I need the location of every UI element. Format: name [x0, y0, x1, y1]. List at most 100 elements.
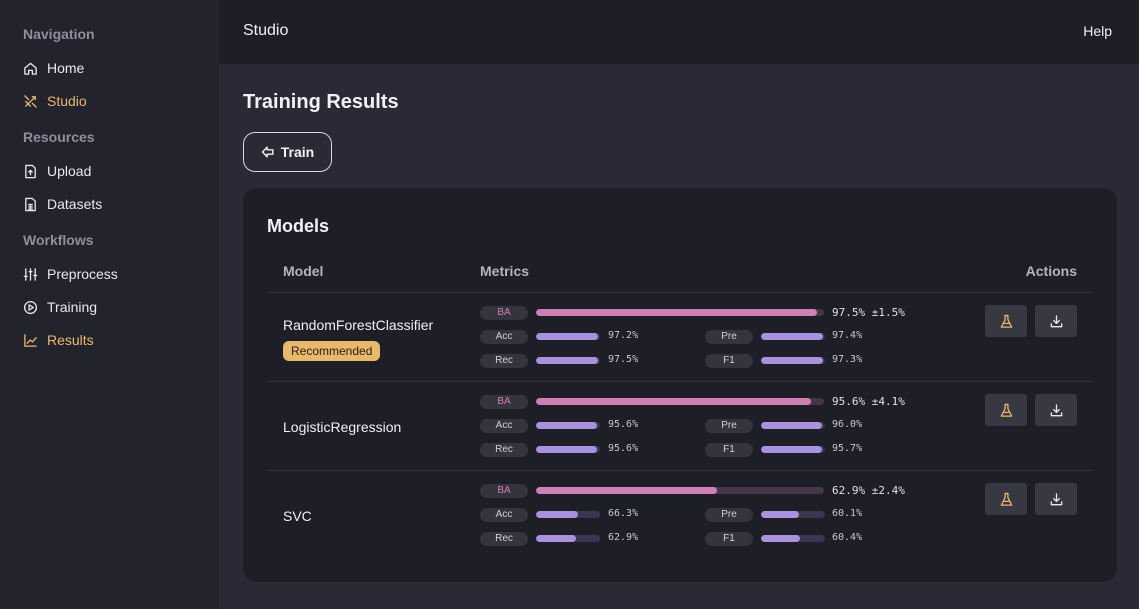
sidebar-item-label: Datasets [47, 196, 103, 212]
sidebar-item-datasets[interactable]: Datasets [23, 192, 102, 216]
column-header-metrics: Metrics [480, 263, 530, 279]
metric-pill-acc: Acc [480, 508, 528, 522]
home-icon [24, 62, 37, 75]
rec-bar-fill [536, 446, 598, 453]
acc-bar-fill [536, 511, 579, 518]
acc-bar-track [536, 422, 600, 429]
sliders-icon [23, 267, 38, 281]
sidebar-item-label: Preprocess [47, 266, 118, 282]
recommended-badge: Recommended [283, 341, 381, 361]
metric-pill-acc: Acc [480, 330, 528, 344]
flask-icon [1000, 403, 1012, 417]
line-chart-icon [24, 333, 37, 347]
train-button-label: Train [280, 144, 315, 160]
metric-pill-acc: Acc [480, 419, 528, 433]
dataset-file-icon [25, 197, 36, 211]
download-button[interactable] [1035, 483, 1077, 515]
arrow-left-icon [261, 146, 274, 158]
models-card-title: Models [267, 216, 330, 236]
acc-value: 97.2% [608, 330, 639, 341]
sidebar-item-label: Results [47, 332, 94, 348]
acc-bar-track [536, 511, 600, 518]
rec-value: 95.6% [608, 443, 639, 454]
metric-pill-ba: BA [480, 306, 528, 320]
play-circle-icon [23, 300, 38, 314]
column-header-model: Model [283, 263, 324, 279]
evaluate-button[interactable] [985, 305, 1027, 337]
metric-pill-pre: Pre [705, 508, 753, 522]
train-button[interactable]: Train [243, 132, 332, 172]
topbar: Studio Help [219, 0, 1139, 64]
ba-value: 62.9% ±2.4% [832, 484, 905, 497]
f1-bar-fill [761, 446, 823, 453]
nav-section-title: Resources [23, 129, 95, 145]
ba-bar-fill [536, 309, 817, 316]
pre-bar-track [761, 333, 825, 340]
metric-pill-rec: Rec [480, 354, 528, 368]
model-name: LogisticRegression [283, 419, 402, 435]
f1-bar-fill [761, 357, 824, 364]
help-link[interactable]: Help [1083, 23, 1112, 39]
sidebar-item-label: Training [47, 299, 98, 315]
rec-bar-track [536, 446, 600, 453]
sidebar-item-preprocess[interactable]: Preprocess [23, 262, 118, 286]
metric-pill-ba: BA [480, 484, 528, 498]
rec-bar-fill [536, 535, 577, 542]
pre-bar-fill [761, 511, 800, 518]
ba-bar-fill [536, 398, 812, 405]
acc-value: 66.3% [608, 508, 639, 519]
acc-bar-fill [536, 422, 598, 429]
sidebar-item-upload[interactable]: Upload [23, 159, 91, 183]
acc-bar-track [536, 333, 600, 340]
metric-pill-rec: Rec [480, 443, 528, 457]
pre-value: 96.0% [832, 419, 863, 430]
sidebar: Navigation Home Studio Resources Upload … [0, 0, 219, 609]
pre-value: 60.1% [832, 508, 863, 519]
pre-bar-fill [761, 333, 824, 340]
metric-pill-pre: Pre [705, 419, 753, 433]
metric-pill-f1: F1 [705, 532, 753, 546]
metric-pill-f1: F1 [705, 443, 753, 457]
f1-value: 95.7% [832, 443, 863, 454]
model-name: SVC [283, 508, 312, 524]
rec-bar-track [536, 535, 600, 542]
sidebar-item-home[interactable]: Home [23, 56, 84, 80]
acc-bar-fill [536, 333, 599, 340]
ba-value: 97.5% ±1.5% [832, 306, 905, 319]
pre-bar-fill [761, 422, 823, 429]
evaluate-button[interactable] [985, 394, 1027, 426]
ba-bar-track [536, 309, 824, 316]
table-row: LogisticRegression BA 95.6% ±4.1% Acc 95… [267, 382, 1093, 471]
f1-bar-track [761, 446, 825, 453]
pre-bar-track [761, 422, 825, 429]
table-row: SVC BA 62.9% ±2.4% Acc 66.3% Pre 60.1% R… [267, 471, 1093, 560]
ba-bar-track [536, 487, 824, 494]
flask-icon [1000, 492, 1012, 506]
sidebar-item-label: Home [47, 60, 85, 76]
f1-bar-fill [761, 535, 800, 542]
topbar-title: Studio [243, 22, 289, 39]
metric-pill-pre: Pre [705, 330, 753, 344]
download-button[interactable] [1035, 305, 1077, 337]
download-button[interactable] [1035, 394, 1077, 426]
sidebar-item-studio[interactable]: Studio [23, 89, 87, 113]
evaluate-button[interactable] [985, 483, 1027, 515]
rec-bar-fill [536, 357, 599, 364]
sidebar-item-training[interactable]: Training [23, 295, 97, 319]
flask-icon [1000, 314, 1012, 328]
f1-bar-track [761, 535, 825, 542]
download-icon [1050, 403, 1062, 416]
metric-pill-rec: Rec [480, 532, 528, 546]
sidebar-item-results[interactable]: Results [23, 328, 94, 352]
sidebar-item-label: Studio [47, 93, 87, 109]
nav-section-title: Workflows [23, 232, 94, 248]
metric-pill-f1: F1 [705, 354, 753, 368]
studio-icon [24, 94, 37, 108]
models-card: Models Model Metrics Actions RandomFores… [243, 188, 1117, 582]
metric-pill-ba: BA [480, 395, 528, 409]
pre-value: 97.4% [832, 330, 863, 341]
download-icon [1050, 314, 1062, 327]
f1-value: 97.3% [832, 354, 863, 365]
ba-value: 95.6% ±4.1% [832, 395, 905, 408]
download-icon [1050, 492, 1062, 505]
